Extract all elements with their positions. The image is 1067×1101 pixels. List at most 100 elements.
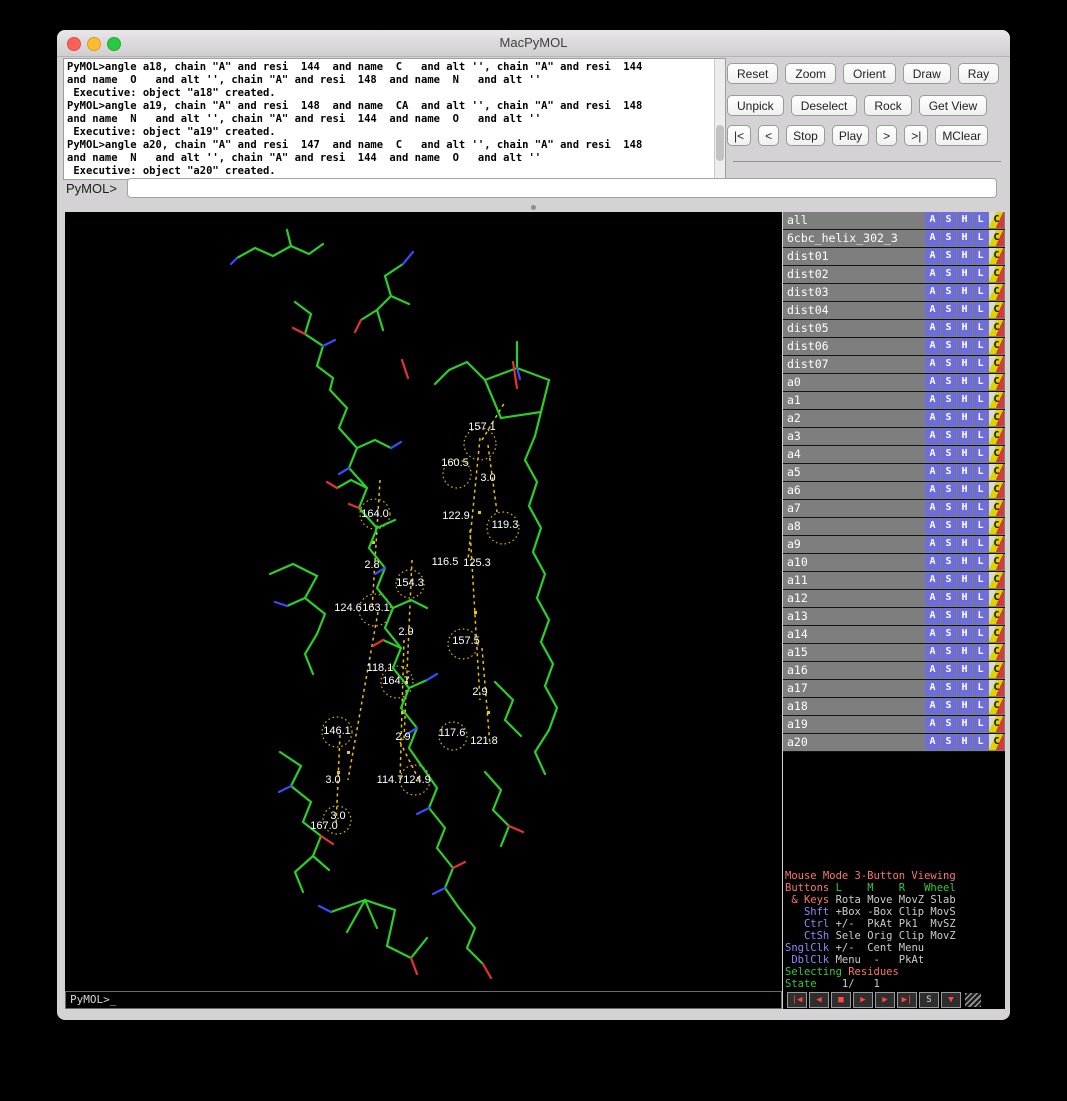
object-l-menu-button[interactable]: L [973, 662, 988, 678]
object-s-menu-button[interactable]: S [941, 518, 956, 534]
object-h-menu-button[interactable]: H [957, 320, 972, 336]
object-a-menu-button[interactable]: A [925, 680, 940, 696]
object-h-menu-button[interactable]: H [957, 554, 972, 570]
movie-progress-slider[interactable] [733, 161, 1001, 162]
object-c-menu-button[interactable]: C [989, 698, 1004, 714]
object-a-menu-button[interactable]: A [925, 518, 940, 534]
object-s-menu-button[interactable]: S [941, 482, 956, 498]
object-c-menu-button[interactable]: C [989, 284, 1004, 300]
unpick-button[interactable]: Unpick [727, 95, 784, 116]
object-l-menu-button[interactable]: L [973, 374, 988, 390]
object-a-menu-button[interactable]: A [925, 212, 940, 228]
object-s-menu-button[interactable]: S [941, 500, 956, 516]
zoom-window-icon[interactable] [107, 37, 121, 51]
object-a-menu-button[interactable]: A [925, 428, 940, 444]
object-s-menu-button[interactable]: S [941, 428, 956, 444]
object-row-dist02[interactable]: dist02ASHLC [783, 266, 1005, 284]
object-l-menu-button[interactable]: L [973, 680, 988, 696]
object-l-menu-button[interactable]: L [973, 500, 988, 516]
object-a-menu-button[interactable]: A [925, 572, 940, 588]
object-s-menu-button[interactable]: S [941, 284, 956, 300]
object-a-menu-button[interactable]: A [925, 644, 940, 660]
object-c-menu-button[interactable]: C [989, 662, 1004, 678]
object-s-menu-button[interactable]: S [941, 680, 956, 696]
object-h-menu-button[interactable]: H [957, 356, 972, 372]
object-s-menu-button[interactable]: S [941, 338, 956, 354]
object-row-a9[interactable]: a9ASHLC [783, 536, 1005, 554]
object-a-menu-button[interactable]: A [925, 734, 940, 750]
object-h-menu-button[interactable]: H [957, 518, 972, 534]
object-row-a2[interactable]: a2ASHLC [783, 410, 1005, 428]
object-l-menu-button[interactable]: L [973, 266, 988, 282]
object-h-menu-button[interactable]: H [957, 662, 972, 678]
object-h-menu-button[interactable]: H [957, 410, 972, 426]
object-c-menu-button[interactable]: C [989, 464, 1004, 480]
object-s-menu-button[interactable]: S [941, 446, 956, 462]
object-a-menu-button[interactable]: A [925, 320, 940, 336]
object-h-menu-button[interactable]: H [957, 644, 972, 660]
object-a-menu-button[interactable]: A [925, 500, 940, 516]
zoom-button[interactable]: Zoom [785, 63, 836, 84]
object-c-menu-button[interactable]: C [989, 572, 1004, 588]
object-s-menu-button[interactable]: S [941, 554, 956, 570]
end-button[interactable]: ▶| [897, 992, 917, 1008]
rewind-button[interactable]: |◀ [787, 992, 807, 1008]
object-h-menu-button[interactable]: H [957, 428, 972, 444]
object-s-menu-button[interactable]: S [941, 608, 956, 624]
object-row-a1[interactable]: a1ASHLC [783, 392, 1005, 410]
object-a-menu-button[interactable]: A [925, 446, 940, 462]
object-c-menu-button[interactable]: C [989, 590, 1004, 606]
object-h-menu-button[interactable]: H [957, 464, 972, 480]
pymol-command-input[interactable] [127, 178, 997, 198]
object-row-a12[interactable]: a12ASHLC [783, 590, 1005, 608]
molecule-viewport[interactable]: 157.1160.53.0164.0122.9119.32.8116.5125.… [65, 212, 782, 1009]
object-c-menu-button[interactable]: C [989, 500, 1004, 516]
object-h-menu-button[interactable]: H [957, 608, 972, 624]
step-back-button[interactable]: ◀ [809, 992, 829, 1008]
object-c-menu-button[interactable]: C [989, 248, 1004, 264]
object-h-menu-button[interactable]: H [957, 680, 972, 696]
object-l-menu-button[interactable]: L [973, 428, 988, 444]
reset-button[interactable]: Reset [727, 63, 778, 84]
object-l-menu-button[interactable]: L [973, 716, 988, 732]
object-s-menu-button[interactable]: S [941, 536, 956, 552]
object-l-menu-button[interactable]: L [973, 608, 988, 624]
object-s-menu-button[interactable]: S [941, 662, 956, 678]
object-c-menu-button[interactable]: C [989, 266, 1004, 282]
object-h-menu-button[interactable]: H [957, 284, 972, 300]
object-h-menu-button[interactable]: H [957, 302, 972, 318]
object-s-menu-button[interactable]: S [941, 644, 956, 660]
get-view-button[interactable]: Get View [919, 95, 987, 116]
object-row-a16[interactable]: a16ASHLC [783, 662, 1005, 680]
object-row-a10[interactable]: a10ASHLC [783, 554, 1005, 572]
object-h-menu-button[interactable]: H [957, 482, 972, 498]
object-c-menu-button[interactable]: C [989, 734, 1004, 750]
object-s-menu-button[interactable]: S [941, 572, 956, 588]
play-button[interactable]: ▶ [853, 992, 873, 1008]
object-a-menu-button[interactable]: A [925, 266, 940, 282]
object-h-menu-button[interactable]: H [957, 698, 972, 714]
object-l-menu-button[interactable]: L [973, 734, 988, 750]
step-forward-button[interactable]: ▶ [875, 992, 895, 1008]
object-h-menu-button[interactable]: H [957, 626, 972, 642]
object-l-menu-button[interactable]: L [973, 698, 988, 714]
s-button[interactable]: S [919, 992, 939, 1008]
object-row-a8[interactable]: a8ASHLC [783, 518, 1005, 536]
object-c-menu-button[interactable]: C [989, 518, 1004, 534]
object-c-menu-button[interactable]: C [989, 608, 1004, 624]
object-l-menu-button[interactable]: L [973, 644, 988, 660]
object-c-menu-button[interactable]: C [989, 392, 1004, 408]
object-a-menu-button[interactable]: A [925, 392, 940, 408]
object-s-menu-button[interactable]: S [941, 410, 956, 426]
object-c-menu-button[interactable]: C [989, 482, 1004, 498]
object-row-a4[interactable]: a4ASHLC [783, 446, 1005, 464]
object-row-a15[interactable]: a15ASHLC [783, 644, 1005, 662]
object-h-menu-button[interactable]: H [957, 230, 972, 246]
object-row-dist03[interactable]: dist03ASHLC [783, 284, 1005, 302]
object-s-menu-button[interactable]: S [941, 230, 956, 246]
object-s-menu-button[interactable]: S [941, 698, 956, 714]
object-s-menu-button[interactable]: S [941, 320, 956, 336]
object-row-a14[interactable]: a14ASHLC [783, 626, 1005, 644]
rock-button[interactable]: Rock [864, 95, 911, 116]
menu-down-button[interactable]: ▼ [941, 992, 961, 1008]
